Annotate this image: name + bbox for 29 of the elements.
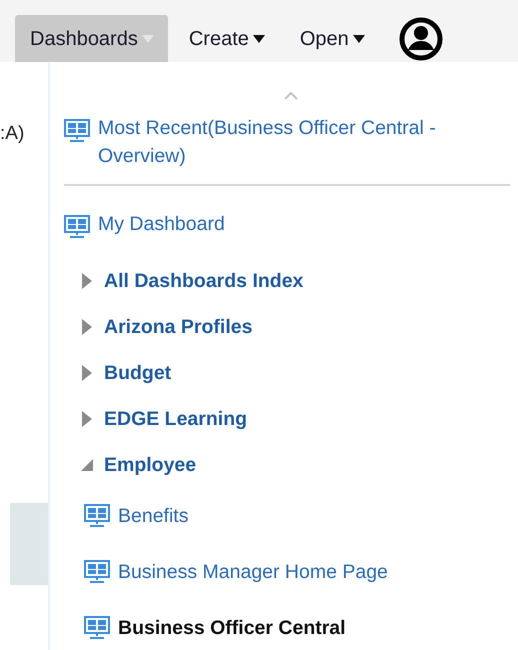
dashboard-icon bbox=[64, 215, 90, 239]
dashboard-icon bbox=[84, 504, 110, 528]
page-text: :A) bbox=[0, 122, 24, 146]
folder-label[interactable]: Budget bbox=[104, 359, 172, 387]
caret-icon bbox=[252, 34, 265, 42]
dashboard-icon bbox=[84, 616, 110, 640]
expand-triangle-icon[interactable] bbox=[82, 411, 92, 427]
folder-label[interactable]: EDGE Learning bbox=[104, 405, 248, 433]
menu-link[interactable]: Benefits bbox=[118, 502, 188, 530]
menu-button[interactable]: Create bbox=[174, 15, 279, 62]
user-avatar-icon[interactable] bbox=[398, 17, 443, 61]
menu-link[interactable]: Most Recent(Business Officer Central - Overview) bbox=[98, 114, 510, 170]
folder-label[interactable]: Employee bbox=[104, 451, 196, 479]
expand-triangle-icon[interactable] bbox=[82, 365, 92, 381]
menu-button[interactable]: Open bbox=[284, 15, 379, 62]
caret-icon bbox=[352, 34, 365, 42]
menu-link[interactable]: My Dashboard bbox=[98, 210, 225, 238]
menu-button[interactable]: Dashboards bbox=[15, 15, 168, 62]
menu-link[interactable]: Business Officer Central bbox=[118, 614, 346, 642]
caret-icon bbox=[142, 34, 154, 42]
expand-triangle-icon[interactable] bbox=[82, 319, 92, 335]
collapse-triangle-icon[interactable] bbox=[80, 458, 94, 472]
dashboard-icon bbox=[64, 119, 90, 143]
folder-label[interactable]: Arizona Profiles bbox=[104, 313, 252, 341]
menu-link[interactable]: Business Manager Home Page bbox=[118, 558, 388, 586]
folder-label[interactable]: All Dashboards Index bbox=[104, 267, 304, 295]
expand-triangle-icon[interactable] bbox=[82, 273, 92, 289]
scroll-up-icon[interactable] bbox=[284, 92, 298, 100]
dashboard-icon bbox=[84, 560, 110, 584]
